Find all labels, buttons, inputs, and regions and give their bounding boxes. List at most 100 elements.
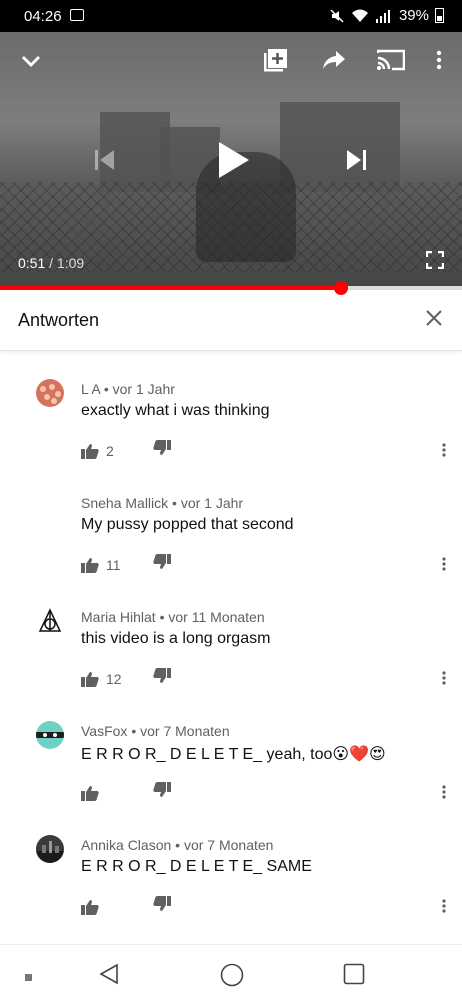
share-icon: [323, 51, 345, 69]
skip-previous-icon: [95, 150, 114, 170]
replies-title: Antworten: [18, 310, 100, 330]
meta-separator: •: [155, 609, 169, 625]
play-button[interactable]: [216, 140, 250, 180]
next-button[interactable]: [345, 149, 369, 171]
comment-actions: 12: [81, 668, 171, 689]
comment-emojis: 😮❤️😍: [332, 746, 386, 763]
recents-square-icon: [343, 963, 365, 985]
thumbs-down-icon: [153, 440, 171, 455]
like-button[interactable]: 2: [81, 443, 153, 459]
dislike-button[interactable]: [153, 554, 171, 575]
video-player[interactable]: 0:51 / 1:09: [0, 32, 462, 286]
wifi-icon: [351, 9, 368, 22]
back-button[interactable]: [98, 963, 120, 990]
mute-icon: [330, 8, 344, 23]
more-vert-icon: [442, 899, 446, 913]
time-separator: /: [45, 255, 57, 271]
meta-separator: •: [168, 495, 181, 511]
dislike-button[interactable]: [153, 782, 171, 803]
thumbs-up-icon: [81, 899, 99, 915]
cast-icon: [377, 49, 405, 71]
video-duration: 1:09: [56, 255, 85, 271]
comment-more-button[interactable]: [442, 785, 446, 804]
playlist-add-icon: [264, 49, 287, 72]
comment-age: vor 7 Monaten: [183, 837, 274, 853]
comment-author[interactable]: VasFox: [81, 723, 127, 739]
comment-age: vor 11 Monaten: [168, 609, 265, 625]
comment-author[interactable]: Maria Hihlat: [81, 609, 156, 625]
comment-actions: [81, 896, 171, 917]
back-triangle-icon: [99, 963, 118, 985]
thumbs-down-icon: [153, 668, 171, 683]
meta-separator: •: [127, 723, 141, 739]
share-button[interactable]: [322, 49, 346, 71]
comment-item: Maria Hihlat • vor 11 Monaten this video…: [0, 579, 462, 693]
thumbs-down-icon: [153, 554, 171, 569]
like-button[interactable]: 11: [81, 557, 153, 573]
home-button[interactable]: [220, 963, 244, 992]
system-nav-bar: [0, 944, 462, 1001]
like-button[interactable]: [81, 899, 153, 915]
fullscreen-button[interactable]: [426, 251, 444, 269]
like-button[interactable]: [81, 785, 153, 801]
add-to-playlist-button[interactable]: [263, 47, 289, 73]
like-button[interactable]: 12: [81, 671, 153, 687]
like-count: 12: [106, 670, 122, 687]
dislike-button[interactable]: [153, 668, 171, 689]
battery-percent: 39%: [398, 7, 429, 24]
comment-actions: 11: [81, 554, 171, 575]
comment-actions: 2: [81, 440, 171, 461]
more-vert-icon: [442, 671, 446, 685]
comment-meta: Annika Clason • vor 7 Monaten: [81, 837, 273, 853]
comment-item: Annika Clason • vor 7 Monaten E R R O R_…: [0, 807, 462, 921]
close-replies-button[interactable]: [424, 308, 444, 333]
thumbs-up-icon: [81, 785, 99, 801]
comment-text: E R R O R_ D E L E T E_ SAME: [81, 858, 312, 875]
comment-more-button[interactable]: [442, 671, 446, 690]
video-time: 0:51 / 1:09: [18, 255, 84, 271]
comment-author[interactable]: Annika Clason: [81, 837, 171, 853]
battery-icon: [435, 8, 444, 23]
more-options-button[interactable]: [435, 50, 443, 70]
comment-actions: [81, 782, 171, 803]
comment-age: vor 1 Jahr: [180, 495, 244, 511]
comment-item: VasFox • vor 7 Monaten E R R O R_ D E L …: [0, 693, 462, 807]
meta-separator: •: [171, 837, 184, 853]
image-notification-icon: [70, 9, 84, 21]
recents-button[interactable]: [343, 963, 365, 990]
comment-item: L A • vor 1 Jahr exactly what i was thin…: [0, 351, 462, 465]
comment-text: E R R O R_ D E L E T E_ yeah, too😮❤️😍: [81, 744, 386, 764]
avatar[interactable]: [36, 835, 64, 863]
dislike-button[interactable]: [153, 440, 171, 461]
comment-more-button[interactable]: [442, 557, 446, 576]
comment-text-body: E R R O R_ D E L E T E_ yeah, too: [81, 746, 333, 763]
comment-more-button[interactable]: [442, 443, 446, 462]
chevron-down-icon: [22, 56, 40, 67]
comment-text: exactly what i was thinking: [81, 402, 270, 419]
comment-meta: VasFox • vor 7 Monaten: [81, 723, 230, 739]
recent-dot-button[interactable]: [25, 969, 33, 987]
cast-button[interactable]: [377, 49, 405, 71]
comment-more-button[interactable]: [442, 899, 446, 918]
status-icons: 39%: [329, 7, 444, 24]
minimize-button[interactable]: [20, 50, 42, 72]
thumbs-up-icon: [81, 671, 99, 687]
previous-button[interactable]: [93, 149, 117, 171]
comment-item: Sneha Mallick • vor 1 Jahr My pussy popp…: [0, 465, 462, 579]
avatar[interactable]: [36, 721, 64, 749]
thumbs-up-icon: [81, 557, 99, 573]
like-count: 11: [106, 556, 121, 573]
avatar[interactable]: [36, 607, 64, 635]
comment-author[interactable]: Sneha Mallick: [81, 495, 168, 511]
avatar[interactable]: [36, 379, 64, 407]
comment-meta: Sneha Mallick • vor 1 Jahr: [81, 495, 243, 511]
play-icon: [219, 142, 249, 178]
status-bar: 04:26 39%: [0, 0, 462, 32]
dislike-button[interactable]: [153, 896, 171, 917]
comment-age: vor 7 Monaten: [140, 723, 230, 739]
thumbs-down-icon: [153, 782, 171, 797]
comment-text: My pussy popped that second: [81, 516, 294, 533]
fullscreen-icon: [426, 251, 444, 269]
comment-meta: L A • vor 1 Jahr: [81, 381, 175, 397]
comment-author[interactable]: L A: [81, 381, 100, 397]
